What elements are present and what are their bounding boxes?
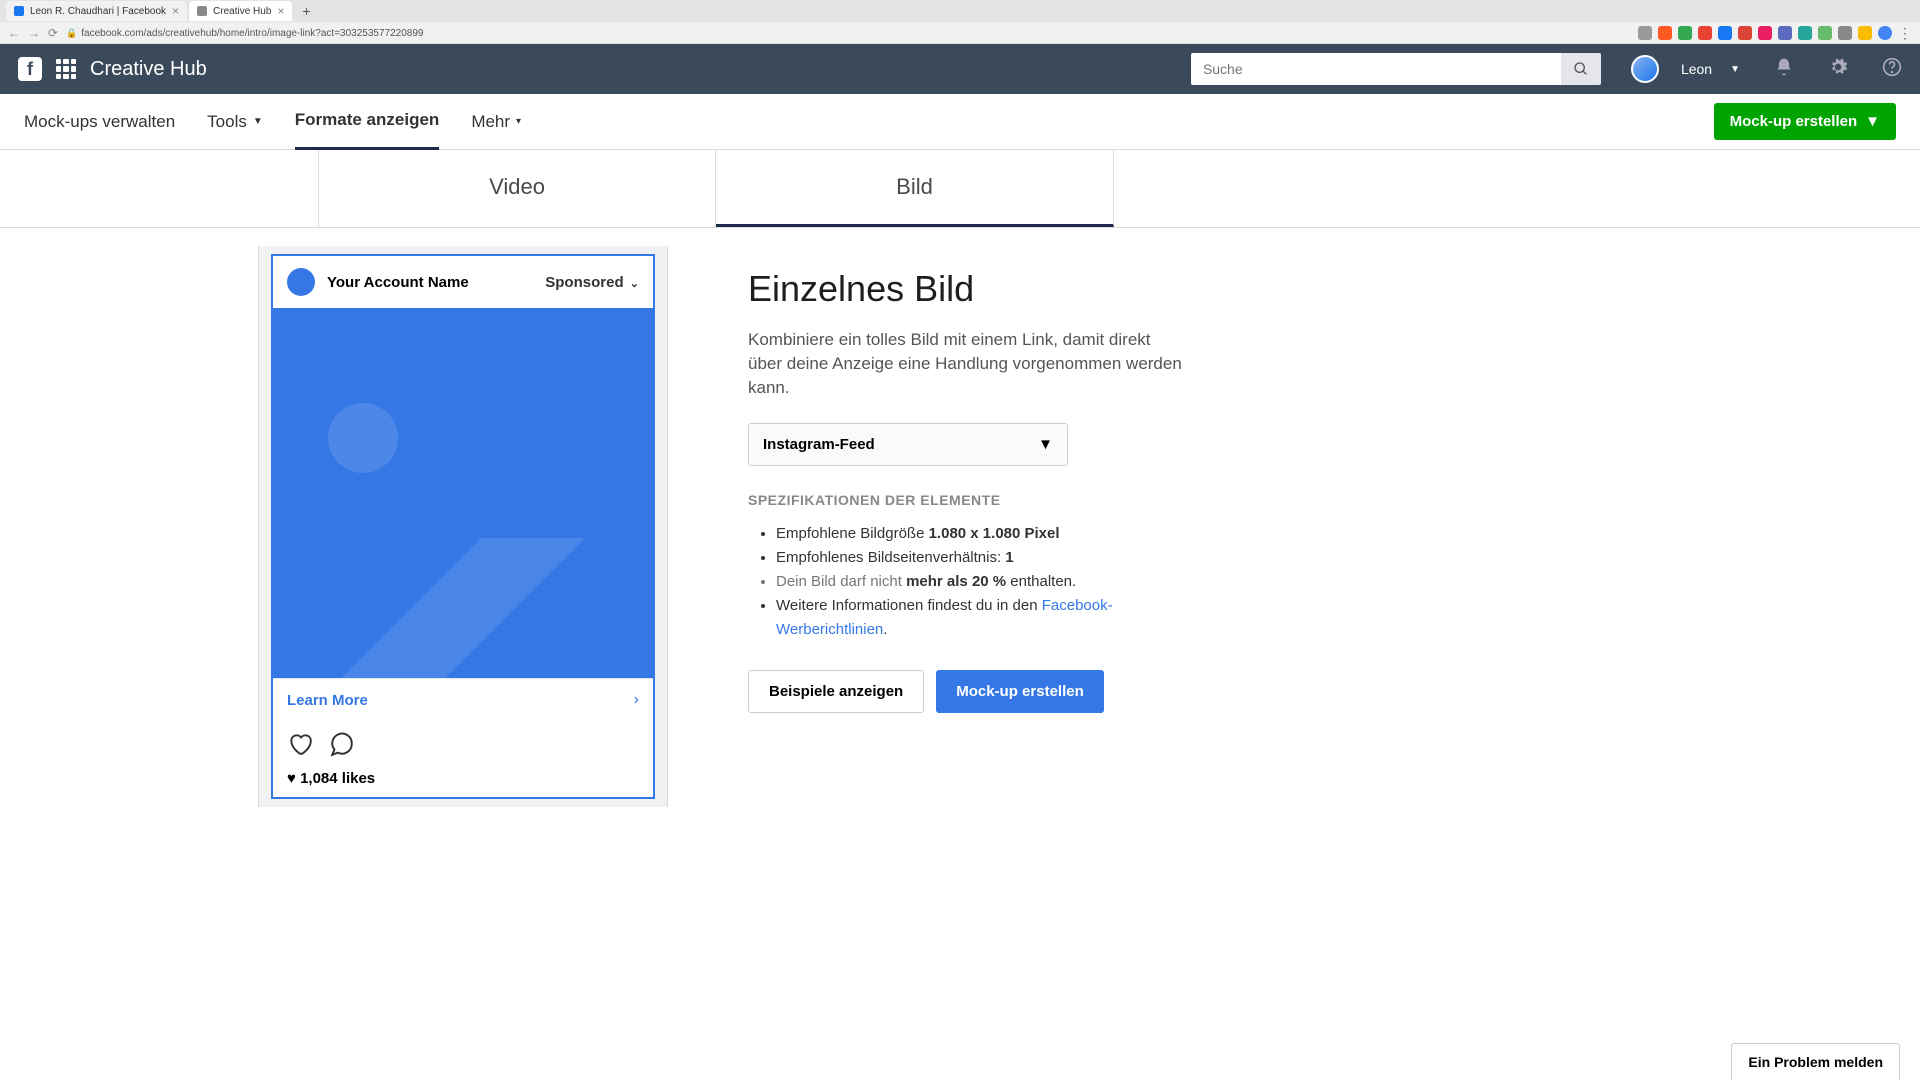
spec-heading: SPEZIFIKATIONEN DER ELEMENTE [748,492,1188,508]
tab-label: Leon R. Chaudhari | Facebook [30,6,166,17]
preview-avatar [287,268,315,296]
back-icon[interactable]: ← [8,26,20,40]
chevron-down-icon: ▼ [253,116,263,127]
extension-icon[interactable] [1658,26,1672,40]
forward-icon[interactable]: → [28,26,40,40]
preview-account-name: Your Account Name [327,274,469,291]
nav-tools[interactable]: Tools ▼ [207,94,263,150]
comment-icon[interactable] [329,731,355,764]
menu-icon[interactable]: ⋮ [1898,25,1912,42]
create-mockup-button[interactable]: Mock-up erstellen ▼ [1714,103,1896,140]
url-text: facebook.com/ads/creativehub/home/intro/… [81,28,423,39]
preview-image-placeholder [273,308,653,678]
likes-count: ♥ 1,084 likes [273,770,653,797]
app-grid-icon[interactable] [56,59,76,79]
tab-label: Creative Hub [213,6,271,17]
extension-icon[interactable] [1718,26,1732,40]
chevron-down-icon: ▼ [1865,113,1880,130]
close-icon[interactable]: × [172,4,179,18]
chevron-right-icon: › [634,691,639,709]
address-bar[interactable]: 🔒 facebook.com/ads/creativehub/home/intr… [66,28,1630,39]
spec-item: Empfohlene Bildgröße 1.080 x 1.080 Pixel [776,522,1188,546]
cta-label: Learn More [287,692,368,709]
sponsored-label[interactable]: Sponsored ⌄ [545,274,639,291]
extension-icon[interactable] [1638,26,1652,40]
instagram-ad-preview: Your Account Name Sponsored ⌄ Learn More… [271,254,655,799]
facebook-logo-icon[interactable]: f [18,57,42,81]
extension-icon[interactable] [1858,26,1872,40]
extension-icon[interactable] [1778,26,1792,40]
app-title: Creative Hub [90,58,207,81]
browser-tab[interactable]: Leon R. Chaudhari | Facebook × [6,1,187,21]
heart-filled-icon: ♥ [287,770,300,787]
search-button[interactable] [1561,53,1601,85]
report-problem-button[interactable]: Ein Problem melden [1731,1043,1900,1080]
nav-manage-mockups[interactable]: Mock-ups verwalten [24,94,175,150]
extension-icon[interactable] [1738,26,1752,40]
search-icon [1573,61,1589,77]
close-icon[interactable]: × [277,4,284,18]
profile-icon[interactable] [1878,26,1892,40]
spec-item: Weitere Informationen findest du in den … [776,594,1188,642]
reload-icon[interactable]: ⟳ [48,26,58,40]
spec-item: Empfohlenes Bildseitenverhältnis: 1 [776,546,1188,570]
extension-icon[interactable] [1698,26,1712,40]
extension-icon[interactable] [1798,26,1812,40]
avatar[interactable] [1631,55,1659,83]
browser-tab[interactable]: Creative Hub × [189,1,292,21]
notifications-icon[interactable] [1774,57,1794,82]
username[interactable]: Leon [1681,61,1712,77]
page-favicon-icon [197,6,207,16]
placement-dropdown[interactable]: Instagram-Feed ▼ [748,423,1068,466]
nav-more[interactable]: Mehr ▾ [471,94,521,150]
chevron-down-icon: ▼ [1038,436,1053,453]
create-mockup-button[interactable]: Mock-up erstellen [936,670,1104,713]
facebook-favicon-icon [14,6,24,16]
heart-icon[interactable] [287,731,313,764]
format-tab-video[interactable]: Video [318,150,716,227]
format-tab-image[interactable]: Bild [716,150,1114,227]
extension-icon[interactable] [1758,26,1772,40]
preview-panel: Your Account Name Sponsored ⌄ Learn More… [258,246,668,807]
browser-tab-bar: Leon R. Chaudhari | Facebook × Creative … [0,0,1920,22]
nav-show-formats[interactable]: Formate anzeigen [295,94,440,150]
extension-icon[interactable] [1838,26,1852,40]
format-title: Einzelnes Bild [748,268,1188,310]
new-tab-button[interactable]: + [294,3,318,19]
extension-icon[interactable] [1678,26,1692,40]
preview-cta[interactable]: Learn More › [273,678,653,721]
spec-list: Empfohlene Bildgröße 1.080 x 1.080 Pixel… [748,522,1188,642]
spec-item: Dein Bild darf nicht mehr als 20 % entha… [776,570,1188,594]
format-description: Kombiniere ein tolles Bild mit einem Lin… [748,328,1188,399]
chevron-down-icon[interactable]: ▼ [1730,64,1740,75]
show-examples-button[interactable]: Beispiele anzeigen [748,670,924,713]
chevron-down-icon: ▾ [516,116,521,127]
lock-icon: 🔒 [66,28,77,39]
search-input[interactable] [1191,53,1561,85]
extension-icon[interactable] [1818,26,1832,40]
help-icon[interactable] [1882,57,1902,82]
extension-icons: ⋮ [1638,25,1912,42]
detail-panel: Einzelnes Bild Kombiniere ein tolles Bil… [748,246,1188,807]
chevron-down-icon: ⌄ [630,278,639,290]
settings-icon[interactable] [1828,57,1848,82]
